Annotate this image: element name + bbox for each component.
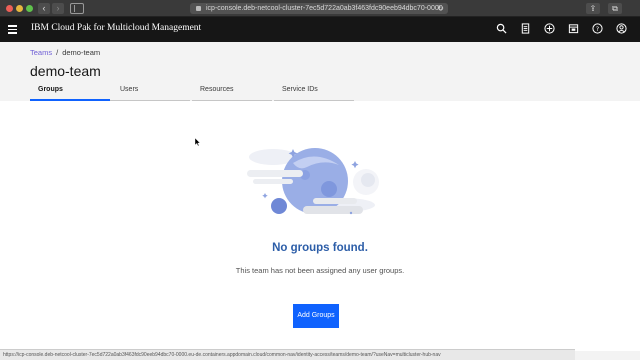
tab-resources[interactable]: Resources	[192, 84, 272, 101]
back-button[interactable]: ‹	[38, 3, 50, 14]
tab-users[interactable]: Users	[110, 84, 190, 101]
empty-state-illustration-icon	[247, 148, 379, 215]
catalog-icon[interactable]	[519, 23, 531, 35]
share-icon[interactable]: ⇪	[586, 3, 600, 14]
empty-state-description: This team has not been assigned any user…	[235, 266, 405, 275]
lock-icon	[196, 6, 201, 11]
add-icon[interactable]	[543, 23, 555, 35]
calendar-icon[interactable]	[567, 23, 579, 35]
url-text: icp-console.deb-netcool-cluster-7ec5d722…	[206, 5, 443, 12]
app-title[interactable]: IBM Cloud Pak for Multicloud Management	[31, 23, 201, 33]
sidebar-toggle-icon[interactable]	[70, 3, 84, 14]
breadcrumb-teams-link[interactable]: Teams	[30, 48, 52, 57]
tab-service-ids[interactable]: Service IDs	[274, 84, 354, 101]
maximize-window-button[interactable]	[26, 5, 33, 12]
page-title: demo-team	[30, 63, 101, 79]
breadcrumb-current: demo-team	[62, 48, 101, 57]
main-content: No groups found. This team has not been …	[0, 101, 640, 351]
breadcrumb-separator: /	[56, 48, 59, 57]
tabs-overview-icon[interactable]: ⧉	[608, 3, 622, 14]
address-bar[interactable]: icp-console.deb-netcool-cluster-7ec5d722…	[190, 3, 448, 14]
close-window-button[interactable]	[6, 5, 13, 12]
help-icon[interactable]: ?	[591, 23, 603, 35]
browser-toolbar: ‹ › icp-console.deb-netcool-cluster-7ec5…	[0, 0, 640, 17]
forward-button[interactable]: ›	[52, 3, 64, 14]
add-groups-button[interactable]: Add Groups	[293, 304, 339, 328]
search-icon[interactable]	[495, 23, 507, 35]
minimize-window-button[interactable]	[16, 5, 23, 12]
user-icon[interactable]	[615, 23, 627, 35]
empty-state-title: No groups found.	[272, 242, 368, 254]
breadcrumb: Teams / demo-team	[30, 48, 100, 57]
app-header: IBM Cloud Pak for Multicloud Management …	[0, 17, 640, 42]
tab-groups[interactable]: Groups	[30, 84, 110, 101]
reload-icon[interactable]: ↻	[437, 3, 444, 14]
page-header: Teams / demo-team demo-team Groups Users R…	[0, 42, 640, 101]
svg-text:?: ?	[595, 25, 598, 33]
hamburger-menu-icon[interactable]	[8, 25, 17, 34]
mouse-cursor-icon	[195, 138, 201, 146]
status-bar: https://icp-console.deb-netcool-cluster-…	[0, 349, 575, 360]
